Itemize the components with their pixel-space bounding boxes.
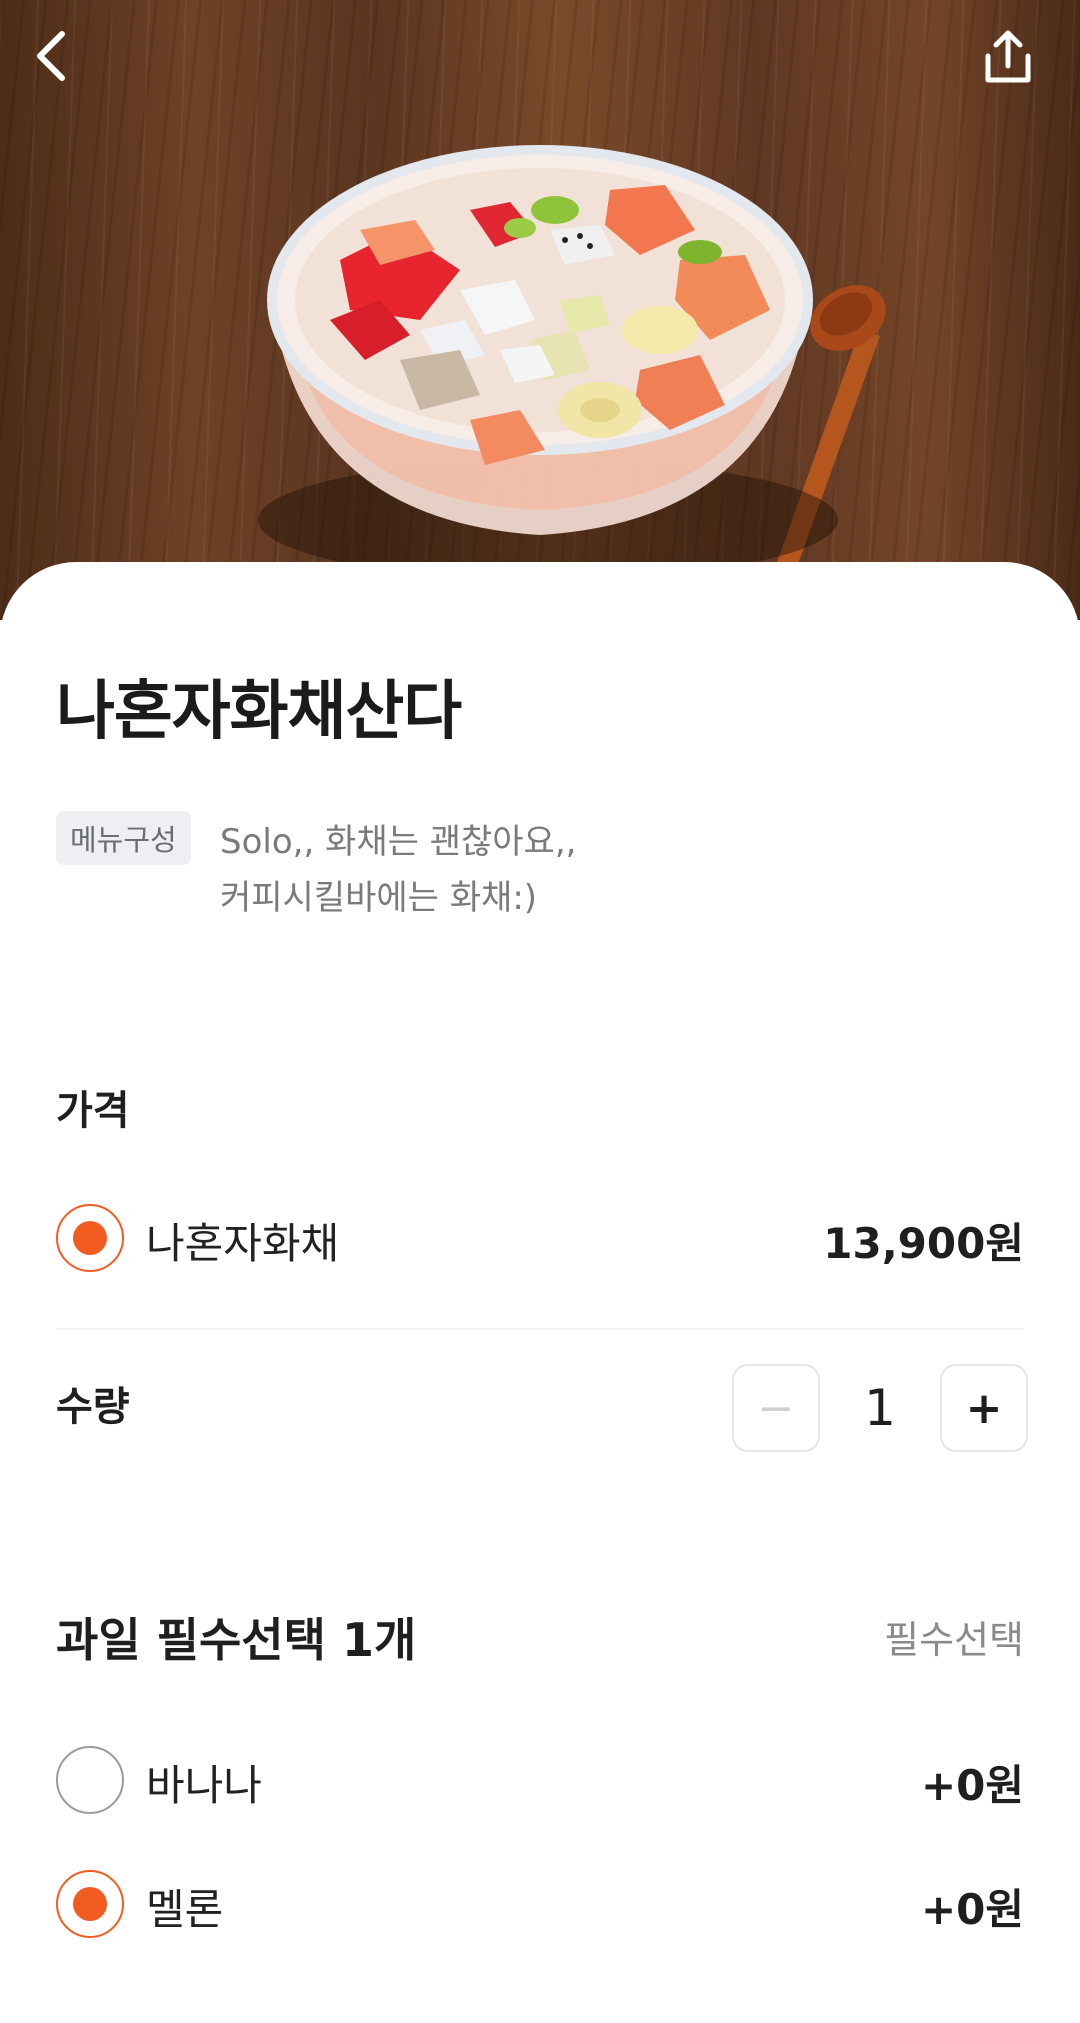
product-detail-page: 나혼자화채산다 메뉴구성 Solo,, 화채는 괜찮아요,, 커피시킬바에는 화… [0, 0, 1080, 2023]
share-button[interactable] [978, 28, 1062, 112]
back-button[interactable] [28, 28, 112, 112]
minus-icon: − [757, 1382, 795, 1434]
fruit-section-title: 과일 필수선택 1개 [56, 1613, 417, 1667]
fruit-option-melon-label: 멜론 [146, 1885, 224, 1934]
divider [56, 1328, 1024, 1330]
product-title: 나혼자화채산다 [56, 675, 462, 749]
share-icon [985, 30, 1031, 83]
quantity-decrease-button[interactable]: − [732, 1364, 820, 1452]
price-option-label: 나혼자화채 [146, 1219, 340, 1268]
fruit-option-banana-radio[interactable] [56, 1746, 124, 1814]
description-line-1: Solo,, 화채는 괜찮아요,, [220, 822, 577, 862]
fruit-option-banana-price: +0원 [920, 1761, 1024, 1810]
price-option-radio[interactable] [56, 1204, 124, 1272]
quantity-value: 1 [864, 1379, 896, 1437]
required-badge: 필수선택 [884, 1618, 1024, 1662]
product-hero-image [0, 0, 1080, 620]
chevron-left-icon [37, 31, 65, 81]
product-description: Solo,, 화채는 괜찮아요,, 커피시킬바에는 화채:) [220, 814, 920, 926]
quantity-increase-button[interactable]: + [940, 1364, 1028, 1452]
plus-icon: + [965, 1382, 1003, 1434]
price-option-price: 13,900원 [823, 1219, 1024, 1268]
hwachae-bowl-illustration [258, 145, 886, 614]
fruit-option-melon-price: +0원 [920, 1885, 1024, 1934]
description-line-2: 커피시킬바에는 화채:) [220, 878, 538, 918]
fruit-option-melon-radio[interactable] [56, 1870, 124, 1938]
menu-composition-tag: 메뉴구성 [56, 811, 191, 865]
price-section-label: 가격 [56, 1088, 130, 1134]
fruit-option-banana-label: 바나나 [146, 1761, 262, 1810]
quantity-label: 수량 [56, 1384, 130, 1430]
